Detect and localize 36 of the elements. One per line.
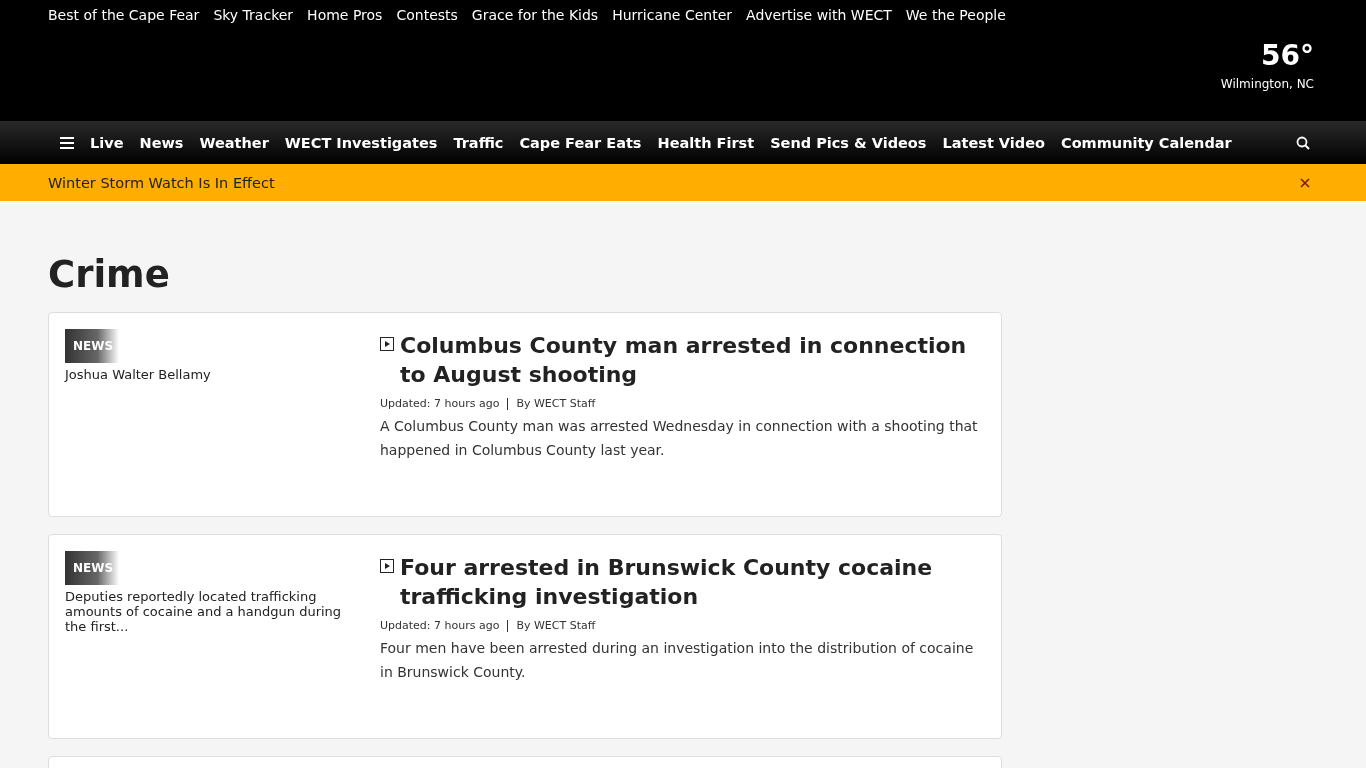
top-link[interactable]: Sky Tracker xyxy=(213,7,294,23)
story-headline[interactable]: Columbus County man arrested in connection to August shooting xyxy=(400,331,985,389)
updated-time: Updated: 7 hours ago xyxy=(380,397,500,410)
menu-icon[interactable] xyxy=(60,136,74,149)
weather-location: Wilmington, NC xyxy=(1220,77,1314,91)
image-alt-text: Joshua Walter Bellamy xyxy=(65,367,211,382)
nav-link[interactable]: Weather xyxy=(199,134,269,151)
play-icon xyxy=(380,559,394,573)
nav-link[interactable]: Live xyxy=(90,134,124,151)
nav-link[interactable]: Community Calendar xyxy=(1061,134,1232,151)
top-link[interactable]: Hurricane Center xyxy=(612,7,733,23)
search-icon[interactable] xyxy=(1296,135,1310,150)
top-link[interactable]: Contests xyxy=(396,7,458,23)
updated-time: Updated: 7 hours ago xyxy=(380,619,500,632)
nav-link[interactable]: News xyxy=(139,134,184,151)
close-icon[interactable] xyxy=(1300,177,1310,188)
top-link[interactable]: Advertise with WECT xyxy=(746,7,892,23)
byline: By WECT Staff xyxy=(516,619,596,632)
temperature: 56° xyxy=(1261,39,1314,73)
story-summary: A Columbus County man was arrested Wednesday in connection with a shooting that happened in Columbus County last year. xyxy=(380,417,979,460)
nav-link[interactable]: Traffic xyxy=(453,134,504,151)
byline: By WECT Staff xyxy=(516,397,596,410)
story-summary: Four men have been arrested during an investigation into the distribution of cocaine in Brunswick County. xyxy=(380,639,975,682)
nav-link[interactable]: Latest Video xyxy=(942,134,1045,151)
nav-link[interactable]: Cape Fear Eats xyxy=(519,134,642,151)
top-link[interactable]: We the People xyxy=(905,7,1006,23)
top-link[interactable]: Grace for the Kids xyxy=(471,7,599,23)
nav-link[interactable]: WECT Investigates xyxy=(284,134,438,151)
nav-link[interactable]: Health First xyxy=(657,134,755,151)
page-title: Crime xyxy=(48,253,171,296)
nav-link[interactable]: Send Pics & Videos xyxy=(770,134,927,151)
story-headline[interactable]: Four arrested in Brunswick County cocaine trafficking investigation xyxy=(400,553,985,611)
top-link[interactable]: Home Pros xyxy=(307,7,383,23)
top-link[interactable]: Best of the Cape Fear xyxy=(48,7,200,23)
image-alt-text: Deputies reportedly located trafficking amounts of cocaine and a handgun during the first... xyxy=(65,589,343,634)
play-icon xyxy=(380,337,394,351)
